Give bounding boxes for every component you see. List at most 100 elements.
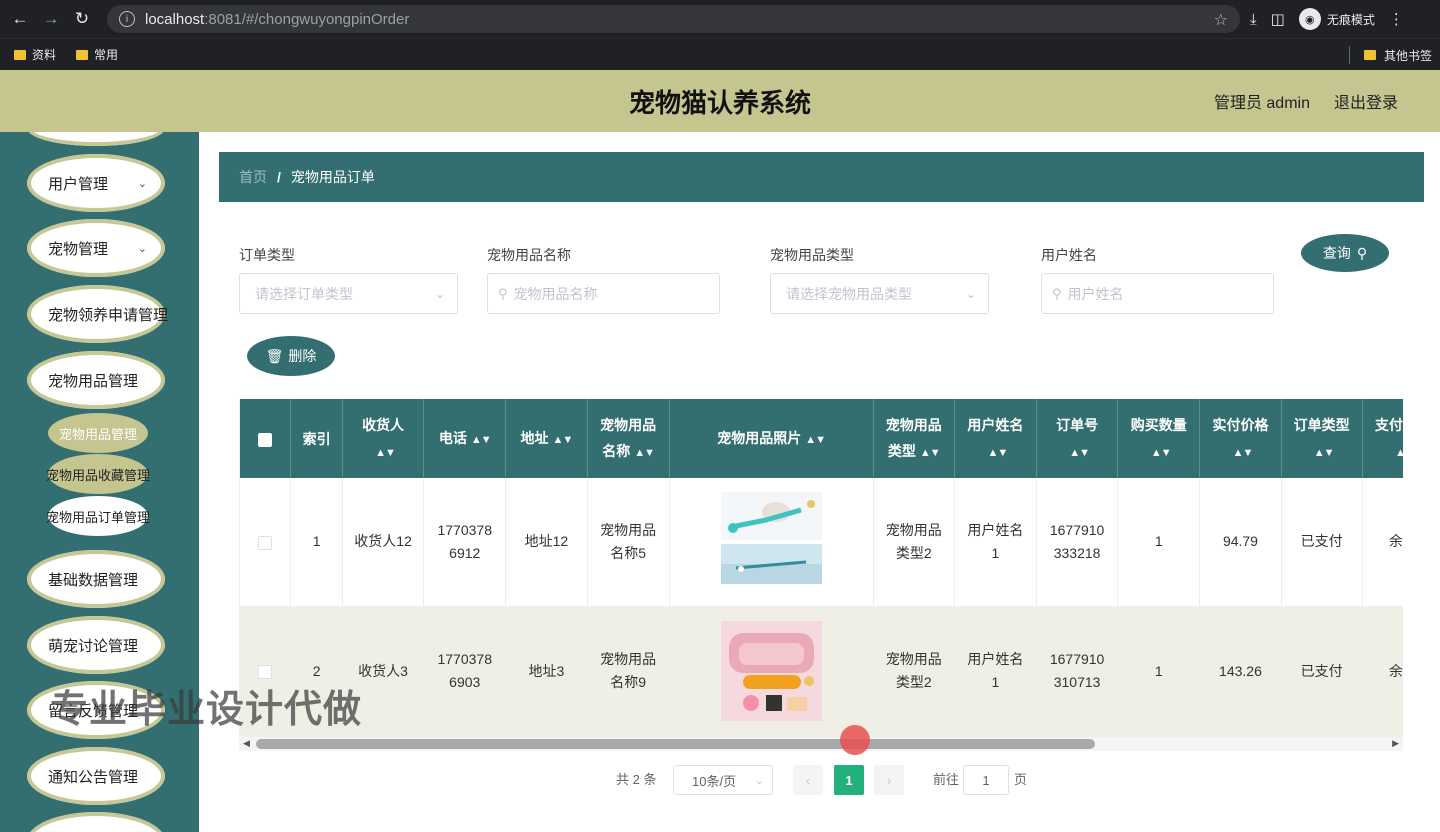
sort-icon[interactable]: ▲▼ [471,427,492,453]
sidebar-item-users[interactable]: 用户管理 ⌄ [27,154,165,212]
sort-icon[interactable]: ▲▼ [1233,440,1254,466]
bookmark-folder[interactable]: 常用 [76,46,118,63]
site-info-icon[interactable]: i [119,11,135,27]
cell-user-line: 1 [991,544,1000,561]
table-row[interactable]: 1 收货人12 1770378 6912 地址12 宠物用品 名称5 宠物用品 … [240,478,1403,607]
sort-icon[interactable]: ▲▼ [920,440,941,466]
cell-order-type: 已支付 [1281,478,1363,607]
product-type-select[interactable]: 请选择宠物用品类型 ⌄ [770,273,989,314]
sort-icon[interactable]: ▲▼ [1314,440,1335,466]
col-order-type[interactable]: 订单类型 ▲▼ [1281,399,1363,478]
user-name-input[interactable]: ⚲ 用户姓名 [1041,273,1274,314]
sidebar: 用户管理 ⌄ 宠物管理 ⌄ 宠物领养申请管理 宠物用品管理 宠物用品管理 宠物用品收… [0,132,199,832]
folder-icon [1363,50,1376,60]
row-checkbox[interactable] [258,535,273,550]
sidebar-subitem-orders[interactable]: 宠物用品订单管理 [46,496,151,536]
product-name-input[interactable]: ⚲ 宠物用品名称 [487,273,720,314]
sidebar-subitem-favorites[interactable]: 宠物用品收藏管理 [46,454,150,494]
sidebar-item-partial[interactable] [27,812,165,832]
col-order-no[interactable]: 订单号 ▲▼ [1036,399,1119,478]
sort-icon[interactable]: ▲▼ [1395,440,1403,466]
col-product-type[interactable]: 宠物用品 类型 ▲▼ [873,399,955,478]
col-product-type-label: 宠物用品 [885,416,942,433]
trash-icon: 🗑 [265,347,284,364]
table-row[interactable]: 2 收货人3 1770378 6903 地址3 宠物用品 名称9 宠物用品 类型… [240,606,1403,737]
sidebar-subitem-supplies[interactable]: 宠物用品管理 [48,413,148,453]
cell-product-type: 宠物用品 类型2 [873,606,955,737]
breadcrumb-home[interactable]: 首页 [239,167,267,187]
goto-page-input[interactable]: 1 [963,765,1009,795]
sort-icon[interactable]: ▲▼ [1151,440,1172,466]
bookmark-folder[interactable]: 资料 [14,46,56,63]
product-photo[interactable] [720,491,822,592]
url-host: localhost [145,10,205,28]
sort-icon[interactable]: ▲▼ [375,440,396,466]
cell-product-name-line: 宠物用品 [600,651,657,667]
sidebar-item-basic-data[interactable]: 基础数据管理 [27,550,165,608]
sidebar-item-notices[interactable]: 通知公告管理 [27,747,165,805]
row-select-cell[interactable] [240,606,292,737]
sort-icon[interactable]: ▲▼ [553,427,574,453]
select-all-checkbox[interactable] [258,432,273,447]
back-icon[interactable]: ← [9,8,31,30]
page-number-current[interactable]: 1 [834,765,864,795]
col-user[interactable]: 用户姓名 ▲▼ [954,399,1038,478]
col-price[interactable]: 实付价格 ▲▼ [1199,399,1282,478]
col-product-name[interactable]: 宠物用品 名称 ▲▼ [587,399,670,478]
cell-photo[interactable] [669,606,874,737]
scroll-right-icon[interactable]: ▶ [1392,738,1399,749]
breadcrumb: 首页 / 宠物用品订单 [219,152,1424,202]
col-address[interactable]: 地址 ▲▼ [505,399,588,478]
col-qty[interactable]: 购买数量 ▲▼ [1117,399,1201,478]
product-photo[interactable] [720,621,822,721]
sidebar-subitem-label: 宠物用品订单管理 [46,509,151,525]
sidebar-item-label: 萌宠讨论管理 [48,637,139,655]
prev-page-button[interactable]: ‹ [793,765,823,795]
app-header: 宠物猫认养系统 管理员 admin 退出登录 [0,70,1440,132]
delete-button[interactable]: 🗑 删除 [247,336,335,376]
order-type-select[interactable]: 请选择订单类型 ⌄ [239,273,458,314]
sort-icon[interactable]: ▲▼ [805,427,826,453]
next-page-button[interactable]: › [874,765,904,795]
sort-icon[interactable]: ▲▼ [1069,440,1090,466]
incognito-indicator[interactable]: ◉ 无痕模式 [1298,8,1375,30]
col-receiver[interactable]: 收货人 ▲▼ [342,399,425,478]
cell-qty: 1 [1117,606,1201,737]
scrollbar-thumb[interactable] [256,739,1095,749]
bookmarks-bar: 资料 常用 其他书签 [0,38,1440,70]
query-button[interactable]: 查询 ⚲ [1301,234,1389,272]
reload-icon[interactable]: ↻ [71,8,93,30]
logout-link[interactable]: 退出登录 [1334,89,1398,113]
sidebar-item-partial[interactable] [27,132,165,146]
sidebar-item-label: 基础数据管理 [48,571,139,589]
address-bar[interactable]: i localhost :8081/#/chongwuyongpinOrder … [107,5,1240,33]
row-select-cell[interactable] [240,478,292,607]
browser-toolbar: ← → ↻ i localhost :8081/#/chongwuyongpin… [0,0,1440,38]
forward-icon[interactable]: → [40,8,62,30]
row-checkbox[interactable] [258,664,273,679]
sidepanel-icon[interactable]: ◫ [1271,10,1285,28]
horizontal-scrollbar[interactable]: ◀ ▶ [239,737,1403,751]
current-user: 管理员 admin [1213,95,1310,112]
col-pay-type[interactable]: 支付类型 ▲▼ [1362,399,1403,478]
sort-icon[interactable]: ▲▼ [988,440,1009,466]
menu-kebab-icon[interactable]: ⋮ [1389,10,1404,28]
select-all-cell[interactable] [240,399,292,478]
sort-icon[interactable]: ▲▼ [634,440,655,466]
sidebar-item-pets[interactable]: 宠物管理 ⌄ [27,219,165,277]
sidebar-item-supplies[interactable]: 宠物用品管理 [27,351,165,409]
sidebar-item-feedback[interactable]: 留言反馈管理 [27,681,165,739]
other-bookmarks[interactable]: 其他书签 [1348,39,1432,71]
cell-pay-type: 余额 [1362,478,1403,607]
cell-photo[interactable] [669,478,874,607]
sidebar-item-discussion[interactable]: 萌宠讨论管理 [27,616,165,674]
cell-price: 143.26 [1199,606,1282,737]
col-phone[interactable]: 电话 ▲▼ [423,399,507,478]
bookmark-star-icon[interactable]: ☆ [1214,10,1228,30]
sidebar-item-adoption[interactable]: 宠物领养申请管理 [27,285,168,343]
download-icon[interactable]: ⤓ [1250,11,1257,28]
page-size-select[interactable]: 10条/页 ⌄ [673,765,773,795]
cell-qty: 1 [1117,478,1201,607]
scroll-left-icon[interactable]: ◀ [243,738,250,749]
col-photo[interactable]: 宠物用品照片 ▲▼ [669,399,874,478]
